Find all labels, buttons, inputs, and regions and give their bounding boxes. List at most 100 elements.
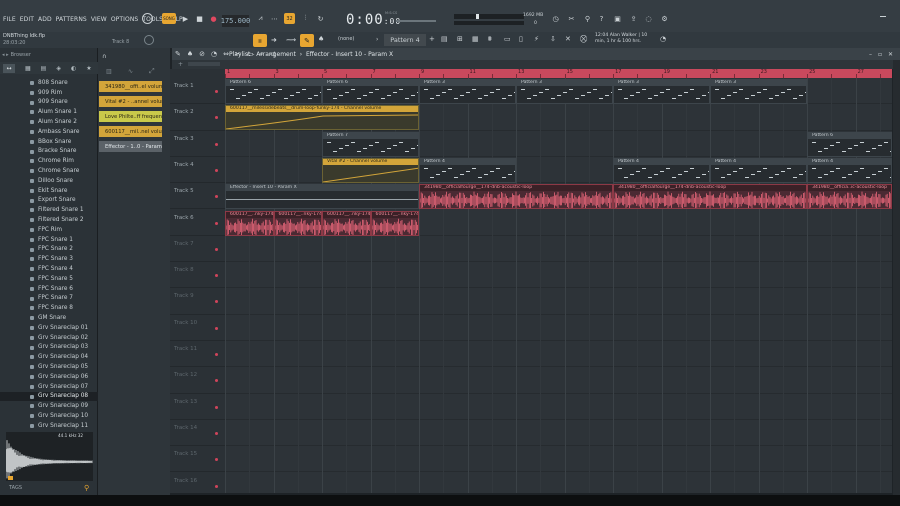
arrow-right-icon[interactable]: ➜	[271, 36, 277, 44]
clip-source-item[interactable]: 600117__mil..nel volume	[99, 126, 162, 137]
browser-item[interactable]: FPC Snare 8	[0, 303, 98, 313]
browser-item[interactable]: FPC Snare 3	[0, 254, 98, 264]
browser-item[interactable]: Grv Snareclap 03	[0, 343, 98, 353]
mute-tool-icon[interactable]: ◔	[211, 50, 217, 59]
browser-item[interactable]: Chrome Rim	[0, 156, 98, 166]
playlist-vertical-scrollbar[interactable]	[893, 60, 900, 495]
automation-clip[interactable]: 600117__milessidebeats__drum-loop-funky-…	[225, 105, 420, 131]
browser-item[interactable]: FPC Rim	[0, 225, 98, 235]
sample-preview-waveform[interactable]: 44.1 kHz 32	[5, 432, 93, 481]
track-mute-dot[interactable]	[215, 405, 218, 409]
browser-item[interactable]: Grv Snareclap 06	[0, 372, 98, 382]
track-header[interactable]: Track 3	[170, 131, 225, 157]
browser-all-icon[interactable]: ↔	[3, 63, 15, 73]
playlist-close-icon[interactable]: ✕	[888, 51, 893, 58]
add-pattern-icon[interactable]: +	[429, 35, 435, 43]
pattern-clip[interactable]: Pattern 3	[613, 79, 711, 104]
pattern-prev-icon[interactable]: ›	[376, 36, 378, 43]
automation-clip[interactable]: Vital #2 - Channel volume	[322, 157, 420, 183]
track-header[interactable]: Track 8	[170, 262, 225, 289]
browser-item[interactable]: FPC Snare 4	[0, 264, 98, 274]
track-header[interactable]: Track 12	[170, 367, 225, 394]
browser-item[interactable]: FPC Snare 6	[0, 284, 98, 294]
browser-item[interactable]: Grv Snareclap 04	[0, 352, 98, 362]
settings-icon[interactable]: ⚙	[659, 13, 670, 24]
track-header[interactable]: Track 6	[170, 210, 225, 236]
menu-patterns[interactable]: PATTERNS	[56, 16, 87, 26]
delete-tool-icon[interactable]: ⊘	[199, 50, 205, 59]
draw-pencil-icon[interactable]: ✎	[300, 34, 314, 47]
browser-item[interactable]: Grv Snareclap 05	[0, 362, 98, 372]
brush-tool-icon[interactable]: ♠	[187, 50, 193, 59]
playlist-window-icon[interactable]: ⩩	[488, 35, 492, 44]
audio-clip[interactable]: 600117__..nky-174	[370, 210, 420, 236]
track-mute-dot[interactable]	[215, 247, 218, 251]
file-icon[interactable]: ▯	[519, 35, 523, 43]
audio-clip[interactable]: 341980__officia..ic-acoustic-loop	[807, 184, 892, 210]
mixer-window-icon[interactable]: ⊞	[457, 35, 463, 43]
browser-item[interactable]: GM Snare	[0, 313, 98, 323]
clip-source-item[interactable]: Love Philte..ff frequency	[99, 111, 162, 122]
snap-selector[interactable]: (none)	[338, 36, 354, 42]
chat-icon[interactable]: ◌	[643, 13, 654, 24]
browser-item[interactable]: Grv Snareclap 09	[0, 401, 98, 411]
pencil-tool-icon[interactable]: ✎	[175, 50, 181, 59]
blend-icon[interactable]: ⫶	[300, 13, 311, 24]
pattern-clip[interactable]: Pattern 6	[225, 79, 323, 104]
track-zoom-slider[interactable]	[188, 62, 220, 66]
track-header[interactable]: Track 4	[170, 157, 225, 184]
browser-window-icon[interactable]: ▭	[504, 35, 511, 43]
browser-item[interactable]: 909 Snare	[0, 98, 98, 108]
save-icon[interactable]: ▣	[612, 13, 623, 24]
browser-item[interactable]: Grv Snareclap 08	[0, 391, 98, 402]
song-mode-knob-icon[interactable]	[142, 13, 153, 24]
plugin-icon[interactable]: ⚡	[534, 35, 539, 43]
stop-icon[interactable]: ■	[194, 13, 205, 24]
playlist-maximize-icon[interactable]: ▫	[878, 51, 882, 58]
browser-item[interactable]: BBox Snare	[0, 137, 98, 147]
track-mute-dot[interactable]	[215, 300, 218, 304]
browser-star-icon[interactable]: ★	[86, 65, 91, 72]
browser-item[interactable]: Grv Snareclap 02	[0, 333, 98, 343]
menu-options[interactable]: OPTIONS	[111, 16, 139, 26]
browser-plugins-icon[interactable]: ◈	[56, 65, 61, 72]
browser-item[interactable]: Chrome Snare	[0, 166, 98, 176]
audio-clip[interactable]: 341980__officialfourge__174-dnb-acoustic…	[419, 184, 614, 210]
master-volume-slider[interactable]	[396, 20, 436, 22]
pattern-clip[interactable]: Pattern 3	[419, 79, 517, 104]
clip-source-item[interactable]: Effector - 1..0 - Param X	[99, 141, 162, 152]
browser-item[interactable]: Bracke Snare	[0, 147, 98, 157]
pattern-clip[interactable]: Pattern 4	[419, 157, 517, 183]
pattern-clip[interactable]: Pattern 6	[322, 79, 420, 104]
microphone-icon[interactable]: ⚲	[582, 13, 593, 24]
browser-item[interactable]: Grv Snareclap 01	[0, 323, 98, 333]
track-mute-dot[interactable]	[215, 431, 218, 435]
pattern-clip[interactable]: Pattern 3	[516, 79, 614, 104]
audio-clip[interactable]: 341980__officialfourge__174-dnb-acoustic…	[613, 184, 808, 210]
menu-view[interactable]: VIEW	[91, 16, 107, 26]
minimize-icon[interactable]	[880, 16, 886, 17]
browser-packs-icon[interactable]: ◐	[71, 65, 76, 72]
clip-source-item[interactable]: 341980__offi..el volume	[99, 81, 162, 92]
track-mute-dot[interactable]	[215, 90, 218, 93]
clip-panel-grid-icon[interactable]: ▥	[106, 68, 112, 75]
pattern-clip[interactable]: Pattern 4	[613, 157, 711, 183]
tools-icon[interactable]: ✕	[565, 35, 571, 43]
track-header[interactable]: Track 13	[170, 394, 225, 420]
track-mute-dot[interactable]	[215, 142, 218, 146]
clip-panel-expand-icon[interactable]: ⤢	[149, 67, 155, 76]
track-mute-dot[interactable]	[215, 484, 218, 488]
pattern-clip[interactable]: Pattern 6	[807, 131, 892, 157]
metronome-icon[interactable]: ⩘	[255, 13, 266, 24]
track-mute-dot[interactable]	[215, 195, 218, 199]
browser-item[interactable]: Filtered Snare 2	[0, 215, 98, 225]
track-mute-dot[interactable]	[215, 168, 218, 172]
track-mute-dot[interactable]	[215, 379, 218, 383]
track-mute-dot[interactable]	[215, 274, 218, 278]
loop-record-icon[interactable]: ↻	[315, 13, 326, 24]
track-header[interactable]: Track 2	[170, 104, 225, 131]
track-header[interactable]: Track 5	[170, 183, 225, 210]
export-icon[interactable]: ⇪	[628, 13, 639, 24]
countdown-icon[interactable]: 32	[284, 13, 295, 24]
track-header[interactable]: Track 7	[170, 236, 225, 263]
